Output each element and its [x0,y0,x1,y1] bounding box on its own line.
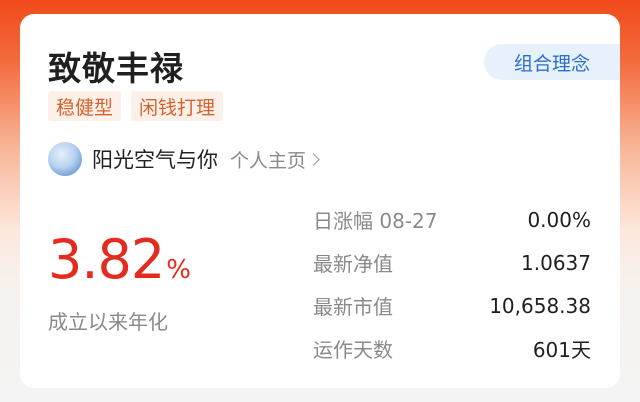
author-row[interactable]: 阳光空气与你 个人主页 [48,142,320,176]
chevron-right-icon [307,153,320,166]
stat-value: 10,658.38 [489,293,591,318]
stat-row-days: 运作天数 601天 [313,327,591,370]
stat-value: 601天 [532,338,591,362]
author-name[interactable]: 阳光空气与你 [92,144,218,174]
stat-row-daily-change: 日涨幅 08-27 0.00% [313,198,591,241]
purpose-tag: 闲钱打理 [131,91,224,121]
return-label: 成立以来年化 [48,310,168,334]
stat-value: 0.00% [527,207,591,232]
fund-card: 致敬丰禄 组合理念 稳健型 闲钱打理 阳光空气与你 个人主页 3.82 % 成立… [20,14,620,388]
stat-row-market-value: 最新市值 10,658.38 [313,284,591,327]
risk-tag: 稳健型 [48,91,122,121]
stats-list: 日涨幅 08-27 0.00% 最新净值 1.0637 最新市值 10,658.… [313,198,591,370]
fund-title: 致敬丰禄 [48,49,184,88]
profile-link-label[interactable]: 个人主页 [230,146,306,173]
return-unit: % [166,255,191,285]
stat-label: 运作天数 [313,338,393,362]
return-value: 3.82 [48,228,165,291]
tag-list: 稳健型 闲钱打理 [48,91,224,121]
avatar[interactable] [48,142,82,176]
annualized-return: 3.82 % [48,228,191,291]
concept-button[interactable]: 组合理念 [484,44,620,80]
stat-label: 最新净值 [313,252,393,276]
stat-label: 最新市值 [313,295,393,319]
stat-value: 1.0637 [521,250,591,275]
stat-row-nav: 最新净值 1.0637 [313,241,591,284]
stat-label: 日涨幅 08-27 [313,209,438,233]
profile-link[interactable]: 个人主页 [230,146,320,173]
